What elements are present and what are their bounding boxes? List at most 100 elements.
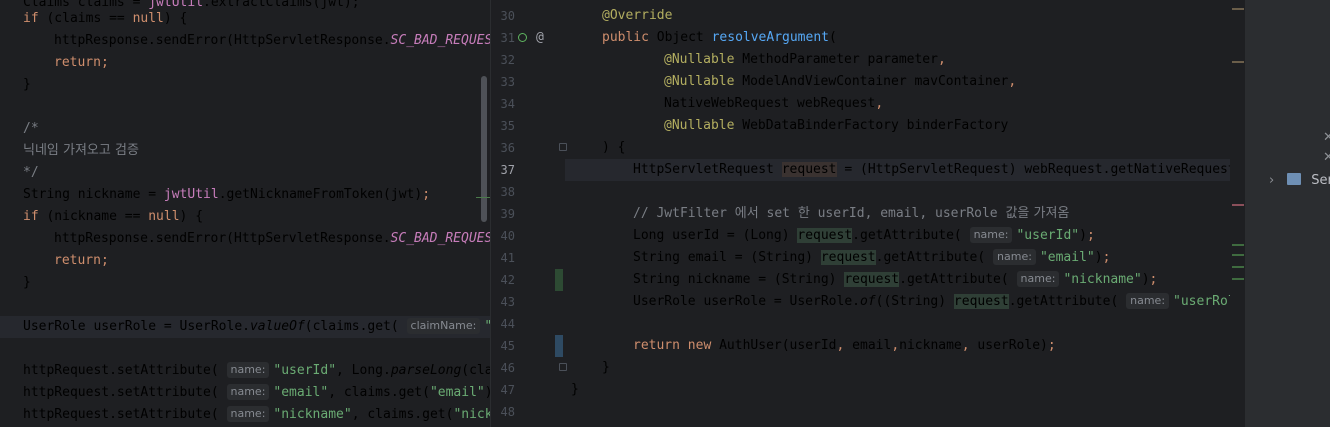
line-number: 38: [500, 185, 515, 199]
line-number: 35: [500, 119, 515, 133]
line-number: 43: [500, 295, 515, 309]
code-line[interactable]: @Nullable WebDataBinderFactory binderFac…: [571, 115, 1245, 137]
code-line[interactable]: httpResponse.sendError(HttpServletRespon…: [23, 30, 490, 52]
left-scrollbar-thumb[interactable]: [481, 76, 487, 222]
right-editor-pane[interactable]: @ 30 31 32 33 34 35 36 37 38 39 40 41 42 43 44 45 46 47 48…: [491, 0, 1245, 427]
code-token: return: [54, 55, 101, 70]
fold-icon-method-end[interactable]: [559, 363, 567, 371]
left-editor-pane[interactable]: Claims claims = jwtUtil.extractClaims(jw…: [0, 0, 490, 427]
line-number: 44: [500, 317, 515, 331]
code-token: SC_BAD_REQUEST: [390, 231, 490, 246]
code-token: parseLong: [390, 363, 462, 378]
code-token: "email": [1039, 250, 1095, 265]
code-token: , claims.get(: [351, 407, 454, 422]
code-line[interactable]: @Nullable ModelAndViewContainer mavConta…: [571, 71, 1245, 93]
code-token: "nickname": [453, 407, 490, 422]
code-line[interactable]: }: [23, 74, 490, 96]
line-number: 48: [500, 405, 515, 419]
implements-method-icon[interactable]: [518, 33, 527, 42]
code-line[interactable]: httpRequest.setAttribute( name: "nickname…: [23, 404, 490, 426]
code-line[interactable]: }: [571, 379, 1245, 401]
fold-icon-method-start[interactable]: [559, 143, 567, 151]
code-token: WebDataBinderFactory binderFactory: [734, 118, 1009, 133]
folder-icon: [1287, 173, 1302, 185]
code-line[interactable]: }: [23, 272, 490, 294]
code-token: ;: [100, 55, 109, 70]
code-token: if: [23, 11, 39, 26]
code-line[interactable]: String nickname = jwtUtil.getNicknameFro…: [23, 184, 490, 206]
project-panel[interactable]: ✕ ✕ › Ser: [1245, 0, 1330, 427]
override-at-icon[interactable]: @: [536, 27, 544, 49]
close-icon[interactable]: ✕: [1323, 130, 1330, 145]
code-token: ) {: [602, 140, 626, 155]
parameter-hint: name:: [1016, 271, 1060, 287]
code-line[interactable]: HttpServletRequest request = (HttpServle…: [571, 159, 1245, 181]
code-line[interactable]: */: [23, 162, 490, 184]
code-token: @Nullable: [664, 74, 735, 89]
parameter-hint: name:: [993, 249, 1036, 265]
code-token: valueOf: [249, 319, 305, 334]
chevron-right-icon[interactable]: ›: [1269, 171, 1283, 191]
code-token: userRole): [969, 338, 1048, 353]
code-line[interactable]: UserRole userRole = UserRole.valueOf(cla…: [23, 316, 490, 338]
code-line[interactable]: // JwtFilter 에서 set 한 userId, email, use…: [571, 203, 1245, 225]
code-line[interactable]: httpResponse.sendError(HttpServletRespon…: [23, 228, 490, 250]
code-token: request: [781, 162, 837, 177]
code-line[interactable]: httpRequest.setAttribute( name: "userId",…: [23, 360, 490, 382]
code-token: }: [23, 275, 31, 290]
code-token: public: [602, 30, 649, 45]
close-icon[interactable]: ✕: [1323, 150, 1330, 165]
code-line[interactable]: [571, 313, 1245, 335]
code-token: 에서: [734, 206, 759, 221]
code-line[interactable]: return new AuthUser(userId, email,nickna…: [571, 335, 1245, 357]
code-token: ;: [100, 253, 109, 268]
code-token: nickname: [899, 338, 962, 353]
code-line[interactable]: [571, 401, 1245, 423]
parameter-hint: name:: [1126, 293, 1170, 309]
line-number: 37: [500, 163, 515, 177]
code-token: ,: [937, 52, 946, 67]
code-line[interactable]: @Override: [571, 5, 1245, 27]
code-token: String nickname =: [23, 187, 164, 202]
code-line[interactable]: }: [571, 357, 1245, 379]
code-token: (nickname ==: [38, 209, 149, 224]
tree-item-services[interactable]: › Ser: [1269, 171, 1330, 191]
code-line[interactable]: [571, 181, 1245, 203]
code-token: jwtUtil: [163, 187, 219, 202]
code-token: (claims ==: [38, 11, 133, 26]
stripe-mark: [1232, 61, 1244, 63]
code-line[interactable]: /*: [23, 118, 490, 140]
code-line[interactable]: String email = (String) request.getAttri…: [571, 247, 1245, 269]
code-line[interactable]: return;: [23, 250, 490, 272]
line-number: 39: [500, 207, 515, 221]
code-token: , claims.get(: [328, 385, 430, 400]
code-token: request: [797, 228, 853, 243]
code-token: .getAttribute(: [1008, 294, 1127, 309]
left-code-area[interactable]: Claims claims = jwtUtil.extractClaims(jw…: [23, 0, 490, 427]
code-line[interactable]: Long userId = (Long) request.getAttribut…: [571, 225, 1245, 247]
code-line[interactable]: @Nullable MethodParameter parameter,: [571, 49, 1245, 71]
right-code-area[interactable]: @Override public Object resolveArgument(@…: [571, 0, 1245, 427]
code-token: ) {: [179, 209, 204, 224]
code-token: // JwtFilter: [633, 206, 735, 221]
code-token: ): [1094, 250, 1103, 265]
code-token: if: [23, 209, 39, 224]
code-token: httpRequest.setAttribute(: [23, 363, 227, 378]
code-line[interactable]: return;: [23, 52, 490, 74]
code-line[interactable]: ) {: [571, 137, 1245, 159]
code-token: ,: [875, 96, 884, 111]
code-line[interactable]: String nickname = (String) request.getAt…: [571, 269, 1245, 291]
code-token: ) {: [163, 11, 188, 26]
stripe-mark: [1232, 266, 1244, 268]
error-stripe[interactable]: [1230, 0, 1245, 427]
code-line[interactable]: if (nickname == null) {: [23, 206, 490, 228]
code-token: */: [23, 165, 39, 180]
code-token: ): [1141, 272, 1150, 287]
code-line[interactable]: httpRequest.setAttribute( name: "email", …: [23, 382, 490, 404]
code-line[interactable]: 닉네임 가져오고 검증: [23, 140, 490, 162]
code-line[interactable]: NativeWebRequest webRequest,: [571, 93, 1245, 115]
code-token: ModelAndViewContainer mavContainer: [734, 74, 1009, 89]
code-line[interactable]: if (claims == null) {: [23, 8, 490, 30]
code-line[interactable]: public Object resolveArgument(: [571, 27, 1245, 49]
code-line[interactable]: UserRole userRole = UserRole.of((String)…: [571, 291, 1245, 313]
